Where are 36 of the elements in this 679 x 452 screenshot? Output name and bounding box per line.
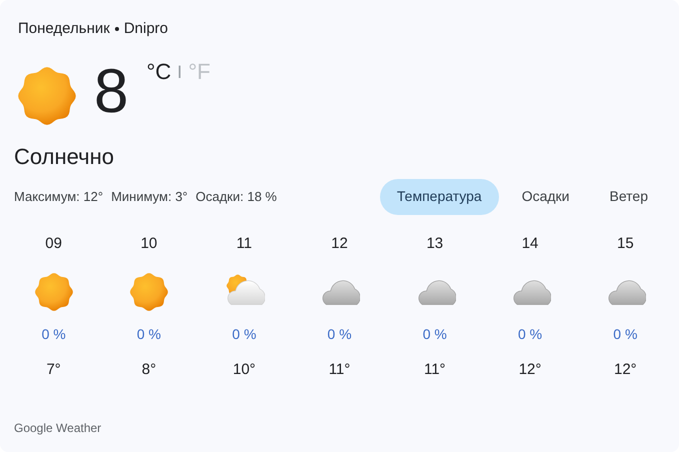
hour-label: 14	[522, 234, 538, 252]
hour-label: 15	[617, 234, 634, 252]
hour-temperature: 10°	[232, 360, 256, 380]
unit-toggle[interactable]: °C	[146, 58, 172, 84]
precipitation-label: 0 %	[613, 324, 638, 344]
hour-label: 09	[45, 234, 62, 252]
tab[interactable]: Осадки	[504, 178, 586, 214]
hour-temperature: 7°	[46, 360, 61, 380]
source-label: Google Weather	[13, 420, 102, 437]
sun-icon	[128, 270, 170, 312]
precipitation-label: 0 %	[422, 324, 447, 344]
hour-temperature: 11°	[328, 360, 350, 380]
sun-icon	[32, 270, 75, 312]
precipitation-label: 0 %	[327, 324, 352, 344]
tab[interactable]: Температура	[380, 178, 499, 214]
precipitation-label: 0 %	[136, 324, 161, 344]
hour-temperature: 11°	[424, 360, 446, 380]
hour-label: 10	[140, 234, 158, 252]
hour-temperature: 8°	[142, 360, 156, 380]
current-temperature: 8	[94, 60, 128, 122]
hour-temperature: 12°	[518, 360, 542, 380]
hour-temperature: 12°	[614, 360, 637, 380]
stat-label: Минимум: 3°	[111, 188, 188, 206]
condition-label: Солнечно	[13, 142, 115, 170]
stat-label: Осадки: 18 %	[196, 188, 277, 206]
precipitation-label: 0 %	[518, 324, 542, 344]
tab[interactable]: Ветер	[592, 178, 665, 214]
city-label: Dnipro	[124, 19, 168, 39]
hour-label: 12	[331, 234, 348, 252]
unit-divider: I	[177, 60, 182, 84]
hour-label: 13	[426, 234, 444, 252]
hour-label: 11	[236, 234, 252, 252]
stat-label: Максимум: 12°	[14, 188, 104, 206]
day-label: Понедельник	[18, 19, 110, 39]
precipitation-label: 0 %	[232, 324, 256, 344]
precipitation-label: 0 %	[42, 324, 66, 344]
